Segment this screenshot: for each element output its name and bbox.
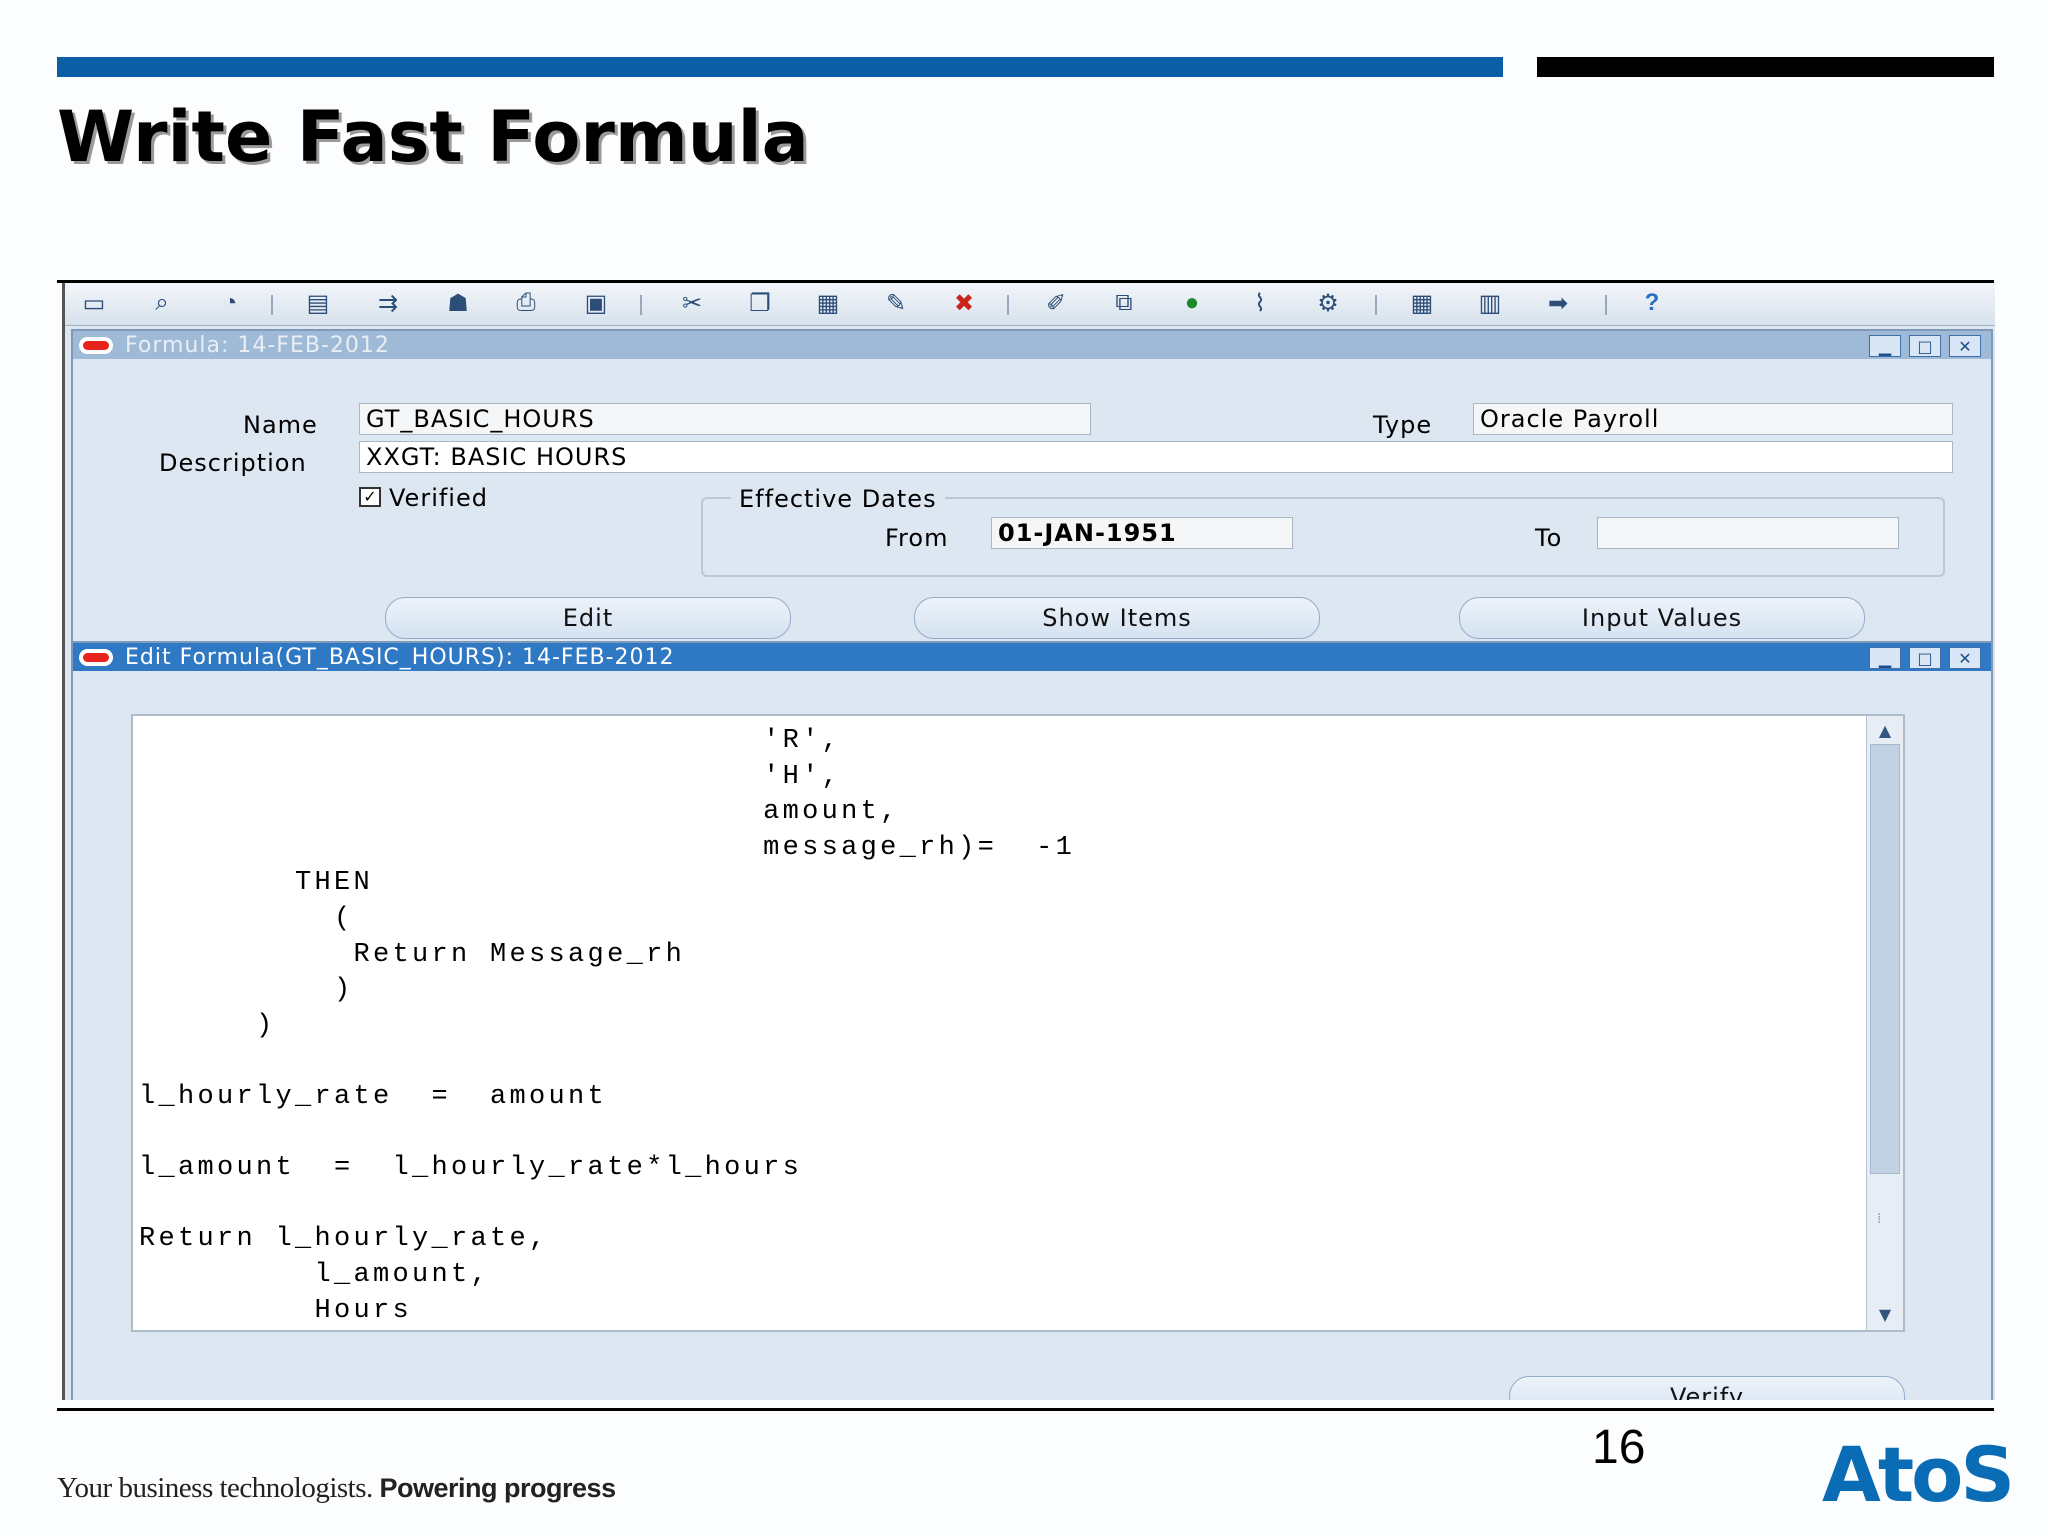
calendar-icon[interactable]: ▦ [1405, 289, 1439, 317]
show-items-button[interactable]: Show Items [914, 597, 1320, 639]
maximize-icon[interactable]: □ [1909, 647, 1941, 669]
tagline: Your business technologists. Powering pr… [57, 1472, 616, 1505]
save-icon[interactable]: ▤ [301, 289, 335, 317]
navigator-icon[interactable]: ◔ [213, 289, 247, 317]
toolbar-separator [1605, 295, 1607, 315]
name-field[interactable]: GT_BASIC_HOURS [359, 403, 1091, 435]
name-label: Name [243, 411, 318, 439]
page-number: 16 [1592, 1421, 1646, 1474]
input-values-button[interactable]: Input Values [1459, 597, 1865, 639]
translations-icon[interactable]: ● [1175, 289, 1209, 317]
scroll-grip-icon: ⁞ [1877, 1211, 1882, 1227]
edit-field-icon[interactable]: ✐ [1039, 289, 1073, 317]
close-icon[interactable]: ✕ [1949, 335, 1981, 357]
formula-window: Formula: 14-FEB-2012 ▁ □ ✕ Name GT_BASIC… [71, 329, 1993, 685]
zoom-icon[interactable]: ⧉ [1107, 289, 1141, 317]
minimize-icon[interactable]: ▁ [1869, 335, 1901, 357]
edit-formula-window: Edit Formula(GT_BASIC_HOURS): 14-FEB-201… [71, 641, 1993, 1400]
next-step-icon[interactable]: ⇉ [371, 289, 405, 317]
edit-formula-title: Edit Formula(GT_BASIC_HOURS): 14-FEB-201… [125, 644, 675, 670]
switch-responsibility-icon[interactable]: ☗ [441, 289, 475, 317]
from-date-field[interactable]: 01-JAN-1951 [991, 517, 1293, 549]
minimize-icon[interactable]: ▁ [1869, 647, 1901, 669]
bottom-rule [57, 1408, 1994, 1411]
edit-formula-titlebar[interactable]: Edit Formula(GT_BASIC_HOURS): 14-FEB-201… [73, 643, 1991, 671]
verified-label: Verified [389, 484, 488, 512]
help-icon[interactable]: ? [1635, 289, 1669, 317]
from-label: From [885, 524, 949, 552]
formula-code[interactable]: 'R', 'H', amount, message_rh)= -1 THEN (… [139, 724, 1075, 1329]
verify-button[interactable]: Verify [1509, 1376, 1905, 1400]
find-icon[interactable]: ⌕ [145, 289, 179, 317]
formula-window-titlebar[interactable]: Formula: 14-FEB-2012 ▁ □ ✕ [73, 331, 1991, 359]
effective-dates-label: Effective Dates [731, 485, 945, 513]
oracle-apps-window: ▭ ⌕ ◔ ▤ ⇉ ☗ ⎙ ▣ ✂ ❐ ▦ ✎ ✖ ✐ ⧉ ● ⌇ ⚙ ▦ ▥ ➡? Formula: 14-FEB-2… [62, 283, 1995, 1400]
maximize-icon[interactable]: □ [1909, 335, 1941, 357]
toolbar-separator [1007, 295, 1009, 315]
to-label: To [1535, 524, 1563, 552]
close-form-icon[interactable]: ▣ [579, 289, 613, 317]
type-field[interactable]: Oracle Payroll [1473, 403, 1953, 435]
slide-title: Write Fast Formula [57, 96, 809, 178]
toolbar-separator [1375, 295, 1377, 315]
tagline-suffix: Powering progress [379, 1473, 617, 1503]
tagline-prefix: Your business technologists. [57, 1472, 373, 1504]
accent-bar-blue [57, 57, 1503, 77]
description-field[interactable]: XXGT: BASIC HOURS [359, 441, 1953, 473]
clear-record-icon[interactable]: ✎ [879, 289, 913, 317]
vertical-scrollbar[interactable]: ▲ ⁞ ▼ [1866, 716, 1903, 1330]
delete-record-icon[interactable]: ✖ [947, 289, 981, 317]
copy-icon[interactable]: ❐ [743, 289, 777, 317]
scroll-thumb[interactable] [1870, 744, 1900, 1174]
formula-window-title: Formula: 14-FEB-2012 [125, 332, 390, 358]
folder-tools-icon[interactable]: ⚙ [1311, 289, 1345, 317]
accent-bar-black [1537, 57, 1994, 77]
to-date-field[interactable] [1597, 517, 1899, 549]
window-help-icon[interactable]: ➡ [1541, 289, 1575, 317]
type-label: Type [1373, 411, 1433, 439]
description-label: Description [159, 449, 307, 477]
atos-logo: AtoS [1822, 1430, 2015, 1519]
workflow-icon[interactable]: ▥ [1473, 289, 1507, 317]
attachments-icon[interactable]: ⌇ [1243, 289, 1277, 317]
cut-icon[interactable]: ✂ [675, 289, 709, 317]
oracle-logo-icon [79, 648, 113, 666]
new-record-icon[interactable]: ▭ [77, 289, 111, 317]
verified-checkbox[interactable]: ✓ [359, 487, 381, 507]
scroll-down-icon[interactable]: ▼ [1869, 1302, 1901, 1328]
oracle-logo-icon [79, 336, 113, 354]
paste-icon[interactable]: ▦ [811, 289, 845, 317]
toolbar-separator [640, 295, 642, 315]
print-icon[interactable]: ⎙ [509, 289, 543, 317]
scroll-up-icon[interactable]: ▲ [1869, 718, 1901, 744]
close-icon[interactable]: ✕ [1949, 647, 1981, 669]
edit-button[interactable]: Edit [385, 597, 791, 639]
formula-text-editor[interactable]: 'R', 'H', amount, message_rh)= -1 THEN (… [131, 714, 1905, 1332]
toolbar: ▭ ⌕ ◔ ▤ ⇉ ☗ ⎙ ▣ ✂ ❐ ▦ ✎ ✖ ✐ ⧉ ● ⌇ ⚙ ▦ ▥ ➡? [65, 283, 1995, 326]
toolbar-separator [271, 295, 273, 315]
